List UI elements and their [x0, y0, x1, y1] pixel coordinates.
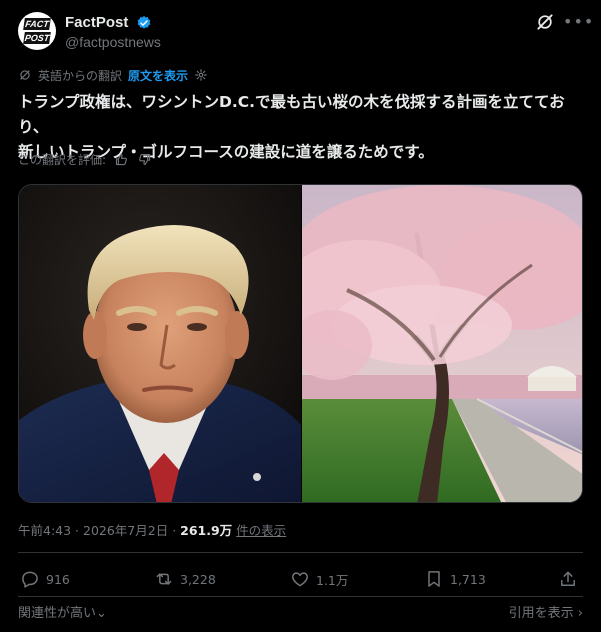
show-original-link[interactable]: 原文を表示: [128, 67, 188, 84]
bookmark-button[interactable]: 1,713: [424, 566, 486, 592]
meta-separator: ·: [71, 523, 83, 538]
translation-bar: 英語からの翻訳 原文を表示: [18, 66, 208, 84]
post-text-line: トランプ政権は、ワシントンD.C.で最も古い桜の木を伐採する計画を立てており、: [18, 93, 565, 136]
share-icon: [561, 571, 575, 586]
bookmark-count: 1,713: [450, 571, 486, 587]
author-info: FactPost @factpostnews: [65, 12, 161, 50]
view-quotes-link[interactable]: 引用を表示 ›: [509, 602, 583, 621]
sort-label: 関連性が高い: [18, 606, 97, 621]
views-label[interactable]: 件の表示: [236, 523, 286, 538]
share-button[interactable]: [558, 566, 578, 592]
more-icon[interactable]: •••: [563, 12, 593, 32]
like-count: 1.1万: [316, 572, 349, 588]
cherry-blossom-photo[interactable]: [302, 185, 583, 503]
sort-relevance-button[interactable]: 関連性が高い⌄: [18, 602, 107, 621]
divider: [18, 552, 583, 553]
divider: [18, 596, 583, 597]
translated-from-label: 英語からの翻訳: [38, 68, 123, 83]
meta-separator: ·: [168, 523, 181, 538]
repost-count: 3,228: [180, 571, 216, 587]
gear-icon[interactable]: [194, 68, 208, 82]
bookmark-icon: [428, 571, 440, 587]
portrait-photo[interactable]: [19, 185, 301, 503]
reply-count: 916: [46, 571, 70, 587]
post-time[interactable]: 午前4:43: [18, 523, 71, 538]
avatar[interactable]: FACT POST: [18, 12, 56, 50]
translate-icon: [20, 70, 30, 80]
rating-label: この翻訳を評価:: [18, 152, 107, 167]
media-grid: [18, 184, 583, 503]
heart-icon: [292, 572, 308, 587]
author-handle[interactable]: @factpostnews: [65, 34, 161, 50]
quotes-label: 引用を表示: [508, 606, 574, 621]
thumbs-up-icon[interactable]: [114, 152, 129, 167]
thumbs-down-icon[interactable]: [137, 152, 152, 167]
reply-button[interactable]: 916: [20, 566, 70, 592]
verified-badge-icon: [138, 15, 151, 29]
repost-button[interactable]: 3,228: [154, 566, 216, 592]
post-meta: 午前4:43 · 2026年7月2日 · 261.9万 件の表示: [18, 520, 286, 539]
author-name[interactable]: FactPost: [65, 14, 128, 31]
logo-word-fact: FACT: [23, 18, 51, 30]
replies-toolbar: 関連性が高い⌄ 引用を表示 ›: [18, 602, 583, 622]
repost-icon: [156, 573, 172, 585]
chevron-right-icon: ›: [577, 606, 583, 621]
views-count: 261.9万: [180, 523, 233, 538]
post-header: FACT POST FactPost @factpostnews •••: [18, 8, 593, 58]
action-bar: 916 3,228 1.1万 1,713: [18, 566, 583, 592]
logo-word-post: POST: [23, 32, 51, 44]
like-button[interactable]: 1.1万: [290, 566, 348, 592]
translation-rating: この翻訳を評価:: [18, 150, 152, 168]
reply-icon: [22, 571, 38, 588]
factpost-logo: FACT POST: [23, 18, 51, 44]
chevron-down-icon: ⌄: [96, 606, 107, 621]
grok-icon[interactable]: [535, 12, 555, 32]
post-date[interactable]: 2026年7月2日: [83, 523, 168, 538]
